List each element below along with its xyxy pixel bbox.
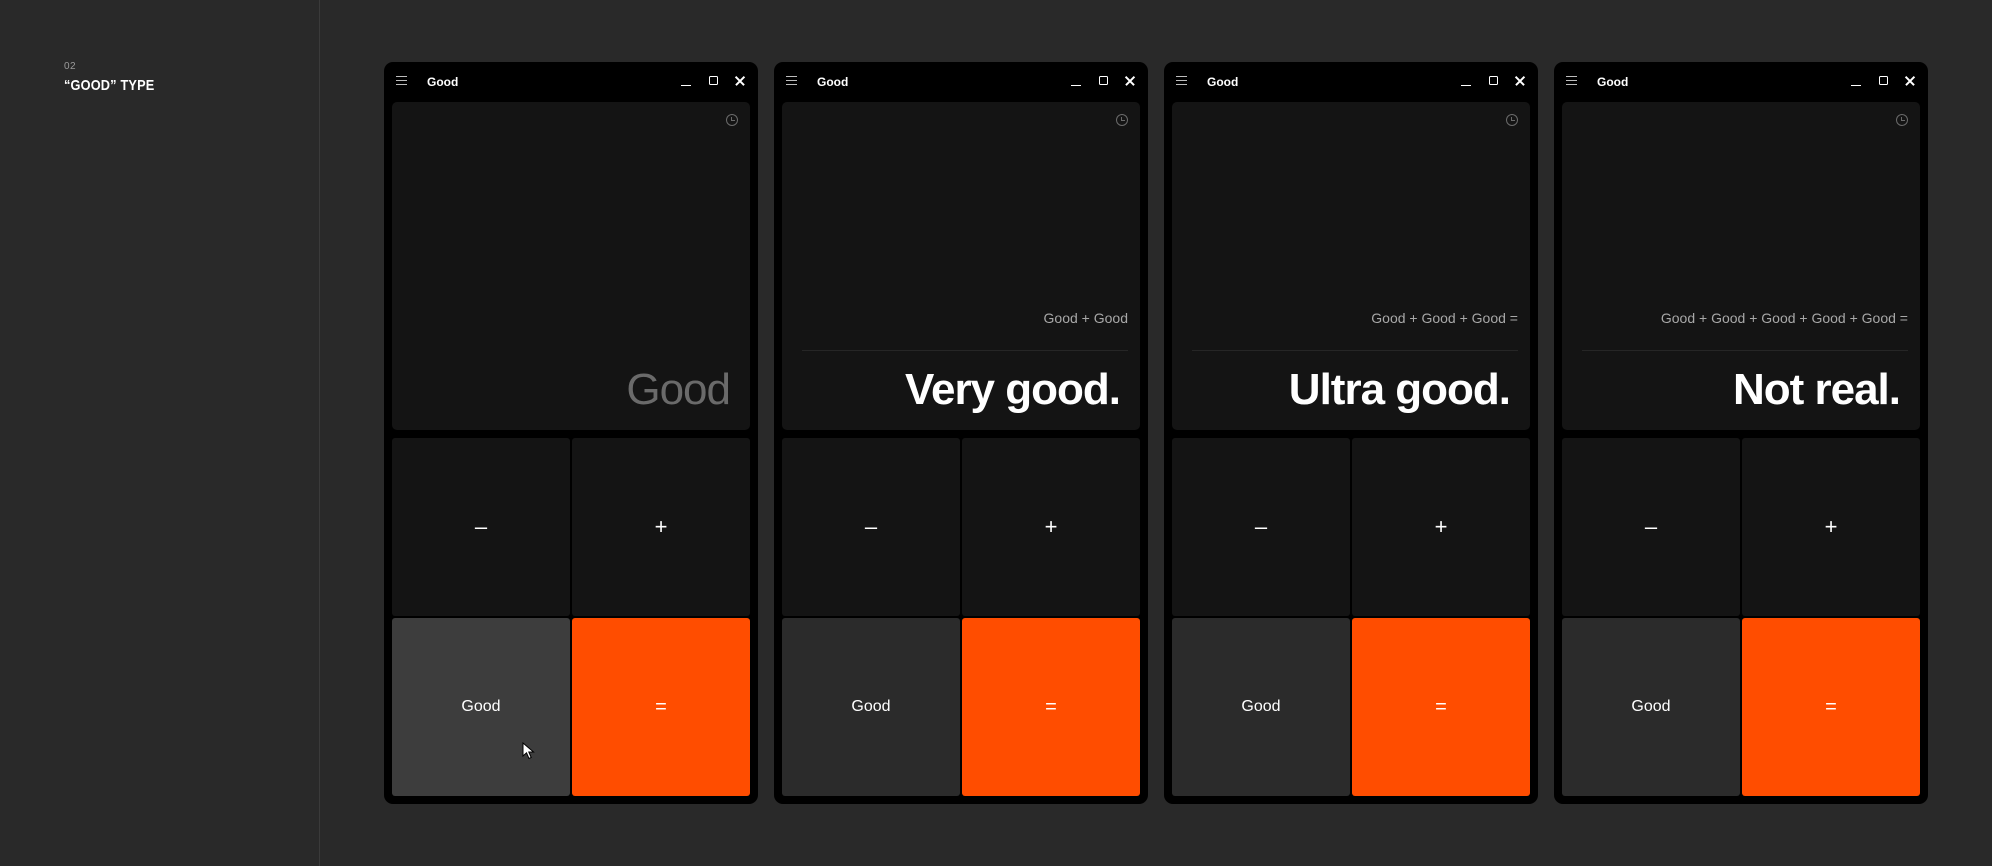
keypad: – + Good = <box>392 438 750 796</box>
close-icon[interactable] <box>734 75 746 87</box>
titlebar: Good <box>1164 62 1538 102</box>
minus-button[interactable]: – <box>1172 438 1350 616</box>
history-icon[interactable] <box>1506 114 1518 126</box>
display-divider <box>1582 350 1908 351</box>
minus-button[interactable]: – <box>1562 438 1740 616</box>
result-display: Very good. <box>905 365 1121 414</box>
history-icon[interactable] <box>726 114 738 126</box>
hamburger-icon[interactable] <box>786 76 797 85</box>
keypad: – + Good = <box>1172 438 1530 796</box>
sidebar: 02 “GOOD” TYPE <box>0 0 320 866</box>
close-icon[interactable] <box>1124 75 1136 87</box>
good-button[interactable]: Good <box>1172 618 1350 796</box>
expression-display: Good + Good + Good + Good + Good = <box>1660 310 1908 326</box>
keypad: – + Good = <box>1562 438 1920 796</box>
calculator-window-4: Good Good + Good + Good + Good + Good = … <box>1554 62 1928 804</box>
close-icon[interactable] <box>1904 75 1916 87</box>
hamburger-icon[interactable] <box>1566 76 1577 85</box>
calculator-window-2: Good Good + Good Very good. – + Good = <box>774 62 1148 804</box>
section-title: “GOOD” TYPE <box>64 77 155 94</box>
minus-button[interactable]: – <box>782 438 960 616</box>
expression-display: Good + Good + Good = <box>1371 310 1518 326</box>
result-display: Good <box>626 365 731 414</box>
window-title: Good <box>427 75 459 89</box>
plus-button[interactable]: + <box>1352 438 1530 616</box>
good-button[interactable]: Good <box>1562 618 1740 796</box>
keypad: – + Good = <box>782 438 1140 796</box>
result-display: Not real. <box>1732 365 1901 414</box>
equals-button[interactable]: = <box>1742 618 1920 796</box>
titlebar: Good <box>774 62 1148 102</box>
minimize-icon[interactable] <box>1850 75 1862 87</box>
minimize-icon[interactable] <box>680 75 692 87</box>
titlebar: Good <box>1554 62 1928 102</box>
titlebar: Good <box>384 62 758 102</box>
minimize-icon[interactable] <box>1070 75 1082 87</box>
calculator-window-3: Good Good + Good + Good = Ultra good. – … <box>1164 62 1538 804</box>
equals-button[interactable]: = <box>572 618 750 796</box>
calculator-window-1: Good Good – + Good = <box>384 62 758 804</box>
display-panel: Good <box>392 102 750 430</box>
display-panel: Good + Good + Good = Ultra good. <box>1172 102 1530 430</box>
maximize-icon[interactable] <box>708 75 720 87</box>
good-button-label: Good <box>461 698 501 715</box>
equals-button[interactable]: = <box>962 618 1140 796</box>
good-button[interactable]: Good <box>392 618 570 796</box>
display-panel: Good + Good + Good + Good + Good = Not r… <box>1562 102 1920 430</box>
window-title: Good <box>1597 75 1629 89</box>
calculator-windows: Good Good – + Good = Good Good + Good Ve… <box>384 62 1928 804</box>
window-title: Good <box>1207 75 1239 89</box>
good-button[interactable]: Good <box>782 618 960 796</box>
minus-button[interactable]: – <box>392 438 570 616</box>
mouse-cursor-icon <box>522 742 535 760</box>
minimize-icon[interactable] <box>1460 75 1472 87</box>
hamburger-icon[interactable] <box>1176 76 1187 85</box>
equals-button[interactable]: = <box>1352 618 1530 796</box>
hamburger-icon[interactable] <box>396 76 407 85</box>
history-icon[interactable] <box>1116 114 1128 126</box>
section-number: 02 <box>64 61 77 72</box>
display-divider <box>1192 350 1518 351</box>
plus-button[interactable]: + <box>1742 438 1920 616</box>
result-display: Ultra good. <box>1288 365 1511 414</box>
history-icon[interactable] <box>1896 114 1908 126</box>
plus-button[interactable]: + <box>572 438 750 616</box>
display-panel: Good + Good Very good. <box>782 102 1140 430</box>
maximize-icon[interactable] <box>1878 75 1890 87</box>
close-icon[interactable] <box>1514 75 1526 87</box>
window-title: Good <box>817 75 849 89</box>
maximize-icon[interactable] <box>1488 75 1500 87</box>
display-divider <box>802 350 1128 351</box>
plus-button[interactable]: + <box>962 438 1140 616</box>
maximize-icon[interactable] <box>1098 75 1110 87</box>
expression-display: Good + Good <box>1043 310 1128 326</box>
